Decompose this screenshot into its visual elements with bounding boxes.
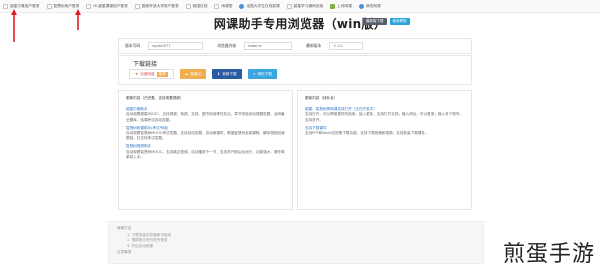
lanzou-download-button[interactable]: ☁ 蓝奏云 xyxy=(179,69,207,79)
bookmarks-bar: 超星尔雅用户登录 智慧树用户登录 Hi 超星课程用户登录 国家开放大学用户登录 … xyxy=(0,0,600,13)
button-label: 百度网盘 xyxy=(140,71,155,76)
download-title: 下载链接 xyxy=(133,61,158,68)
page-icon xyxy=(286,3,292,9)
bookmark-item[interactable]: 超星学习通网页版 xyxy=(286,3,324,9)
notes-title-2: 注意事项 xyxy=(117,249,132,254)
bookmark-label: 雨课堂 xyxy=(221,3,233,8)
title-badges: 最新版下载 使用教程 xyxy=(363,18,410,25)
tutorial-badge[interactable]: 使用教程 xyxy=(389,18,410,25)
feature-text: 支持打开，可以帮助更好的使用，接入更多，支持打开文档；输入网址，可以登录；输入多… xyxy=(305,112,464,122)
bookmark-label: 智慧树用户登录 xyxy=(53,3,80,8)
web-download-button[interactable]: ⇗ 网页下载 xyxy=(247,69,277,79)
globe-icon xyxy=(239,3,245,9)
version-label: 最新版本 xyxy=(306,43,322,48)
notes-title: 使用方法 xyxy=(117,226,132,230)
feature-text: 自动观看智慧树MOOC考试答题，支持自动答题、自动刷课时，覆盖智慧树全部课程，解… xyxy=(126,131,285,141)
page-icon xyxy=(185,3,191,9)
member-label: 版本号码 xyxy=(125,43,141,48)
button-label: 网页下载 xyxy=(257,71,272,76)
feature-text: 支持PPT和Word文档等下载功能，支持下载音频和视频，支持批量下载课件。 xyxy=(305,131,429,136)
download-badge[interactable]: 最新版下载 xyxy=(363,18,387,25)
section-title: 更新内容（已完善，支持观看视频） xyxy=(126,96,184,100)
feature-text: 自动观看智慧树MOOC，支持跳过视频、自动播放下一节，支持多开和后台运行，功能强… xyxy=(126,149,285,159)
update-content-right: 更新内容（待补全） 超星、智慧树等网课支持打开（正在开发中） 支持打开，可以帮助… xyxy=(297,90,472,210)
link-icon: ⇗ xyxy=(252,72,256,76)
bookmark-label: 我国在线 xyxy=(192,3,208,8)
green-icon xyxy=(330,3,336,9)
member-value: wyzb0077 xyxy=(148,42,204,50)
download-icon: ⬇ xyxy=(217,72,221,76)
notes-list: 1. 下载安装浏览器即可使用 2. 根据提示进行账号登录 3. 开启自动刷课 xyxy=(117,233,475,249)
download-buttons: ★ 百度网盘 推荐 ☁ 蓝奏云 ⬇ 官网下载 ⇗ 网页下载 xyxy=(129,69,277,79)
list-item: 3. 开启自动刷课 xyxy=(127,243,154,248)
page-icon xyxy=(86,3,92,9)
bookmark-label: Hi 超星课程用户登录 xyxy=(93,3,128,8)
page-icon xyxy=(3,3,8,9)
globe-icon xyxy=(358,3,364,9)
bookmark-label: 我的网课 xyxy=(365,3,381,8)
page-title: 网课助手专用浏览器（win版） xyxy=(213,17,387,31)
bookmark-label: 国家开放大学用户登录 xyxy=(141,3,179,8)
bookmark-item[interactable]: 我的网课 xyxy=(358,3,381,9)
bookmark-item[interactable]: 超星尔雅用户登录 xyxy=(3,3,40,9)
bookmark-item[interactable]: 我国在线 xyxy=(185,3,208,9)
section-title: 更新内容（待补全） xyxy=(305,96,338,100)
info-bar: 版本号码 wyzb0077 浏览器内核 Aobo ie 最新版本 V 1.0 xyxy=(118,38,472,54)
kernel-label: 浏览器内核 xyxy=(217,43,237,48)
bookmark-item[interactable]: 雨课堂 xyxy=(214,3,233,9)
bookmark-label: 超星尔雅用户登录 xyxy=(10,3,40,8)
version-value: V 1.0 xyxy=(329,42,364,50)
update-content-left: 更新内容（已完善，支持观看视频） 超星尔雅助手 自动观看超星MOOC，支持视频、… xyxy=(118,90,293,210)
bookmark-label: 全国大学生在线慕课 xyxy=(246,3,280,8)
star-icon: ★ xyxy=(135,72,139,76)
feature-text: 自动观看超星MOOC，支持视频、音频、文档、图书阅读等任务点，章节测验自动搜题答… xyxy=(126,112,285,122)
bookmark-item[interactable]: Hi 超星课程用户登录 xyxy=(86,3,128,9)
baidu-download-button[interactable]: ★ 百度网盘 推荐 xyxy=(129,69,174,79)
recommend-tag: 推荐 xyxy=(156,71,168,77)
download-panel: 下载链接 ★ 百度网盘 推荐 ☁ 蓝奏云 ⬇ 官网下载 ⇗ 网页下载 xyxy=(118,55,472,85)
official-download-button[interactable]: ⬇ 官网下载 xyxy=(212,69,242,79)
page-icon xyxy=(134,3,140,9)
page-icon xyxy=(46,3,52,9)
bookmark-item[interactable]: 全国大学生在线慕课 xyxy=(239,3,280,9)
bookmark-item[interactable]: 国家开放大学用户登录 xyxy=(134,3,179,9)
kernel-value: Aobo ie xyxy=(244,42,293,50)
usage-notes: 使用方法 1. 下载安装浏览器即可使用 2. 根据提示进行账号登录 3. 开启自… xyxy=(108,221,484,264)
bookmark-label: 上传网课 xyxy=(337,3,352,8)
bookmark-item[interactable]: 上传网课 xyxy=(330,3,352,9)
bookmark-item[interactable]: 智慧树用户登录 xyxy=(46,3,80,9)
page-icon xyxy=(214,3,220,9)
button-label: 官网下载 xyxy=(222,71,237,76)
cloud-icon: ☁ xyxy=(184,72,189,76)
watermark-text: 煎蛋手游 xyxy=(503,242,596,267)
bookmark-label: 超星学习通网页版 xyxy=(293,3,324,8)
button-label: 蓝奏云 xyxy=(190,71,202,76)
